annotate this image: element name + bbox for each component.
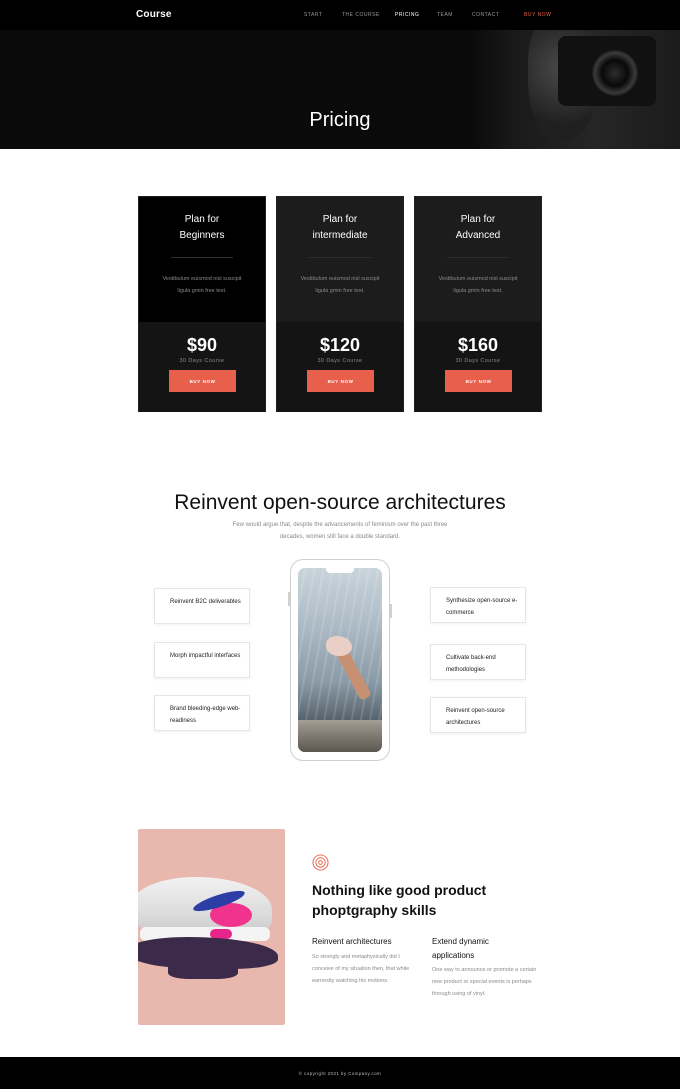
feature-box: Brand bleeding-edge web-readiness — [154, 695, 250, 731]
feature-box: Morph impactful interfaces — [154, 642, 250, 678]
product-title: Nothing like good product phoptgraphy sk… — [312, 882, 487, 919]
feature-box: Cultivate back-end methodologies — [430, 644, 526, 680]
phone-mockup — [288, 559, 392, 761]
plan-description: Vestibulum euismod nisl suscipit ligula … — [162, 276, 242, 295]
plan-duration: 30 Days Course — [455, 358, 501, 364]
plan-price: $90 — [186, 335, 218, 355]
site-logo[interactable]: Course — [136, 9, 172, 20]
buy-now-button[interactable]: BUY NOW — [445, 370, 512, 392]
nav-buy-now[interactable]: BUY NOW — [524, 12, 551, 18]
buy-now-button[interactable]: BUY NOW — [307, 370, 374, 392]
divider — [309, 257, 371, 258]
product-shoe-image — [138, 829, 285, 1025]
pricing-card-intermediate: Plan for intermediate Vestibulum euismod… — [276, 196, 404, 412]
footer: © copyright 2021 by Company.com — [0, 1057, 680, 1089]
divider — [447, 257, 509, 258]
features-title: Reinvent open-source architectures — [174, 491, 506, 514]
nav-start[interactable]: START — [304, 12, 322, 18]
target-icon — [312, 854, 329, 871]
nav-contact[interactable]: CONTACT — [472, 12, 499, 18]
features-subtitle: Few would argue that, despite the advanc… — [232, 522, 448, 540]
hero-banner: Pricing — [0, 30, 680, 149]
column-text: So strongly and metaphysically did I con… — [312, 954, 410, 985]
plan-price: $160 — [457, 335, 499, 355]
column-title: Extend dynamic applications — [432, 937, 489, 960]
pricing-card-beginners: Plan for Beginners Vestibulum euismod ni… — [138, 196, 266, 412]
feature-box: Reinvent B2C deliverables — [154, 588, 250, 624]
plan-name: Plan for intermediate — [312, 214, 368, 241]
plan-name: Plan for Beginners — [179, 214, 225, 241]
nav-pricing[interactable]: PRICING — [395, 12, 419, 18]
feature-box: Synthesize open-source e-commerce — [430, 587, 526, 623]
plan-description: Vestibulum euismod nisl suscipit ligula … — [438, 276, 518, 295]
plan-description: Vestibulum euismod nisl suscipit ligula … — [300, 276, 380, 295]
copyright-text: © copyright 2021 by Company.com — [298, 1071, 382, 1076]
plan-duration: 30 Days Course — [317, 358, 363, 364]
phone-screen-image — [298, 568, 382, 752]
buy-now-button[interactable]: BUY NOW — [169, 370, 236, 392]
nav-the-course[interactable]: THE COURSE — [342, 12, 380, 18]
nav-team[interactable]: TEAM — [437, 12, 453, 18]
feature-box: Reinvent open-source architectures — [430, 697, 526, 733]
top-navbar: Course START THE COURSE PRICING TEAM CON… — [0, 0, 680, 30]
divider — [171, 257, 233, 258]
plan-name: Plan for Advanced — [455, 214, 501, 241]
pricing-card-advanced: Plan for Advanced Vestibulum euismod nis… — [414, 196, 542, 412]
plan-duration: 30 Days Course — [179, 358, 225, 364]
column-text: One way to announce or promote a certain… — [432, 967, 537, 998]
page-title: Pricing — [309, 109, 371, 131]
column-title: Reinvent architectures — [312, 937, 392, 946]
plan-price: $120 — [319, 335, 361, 355]
